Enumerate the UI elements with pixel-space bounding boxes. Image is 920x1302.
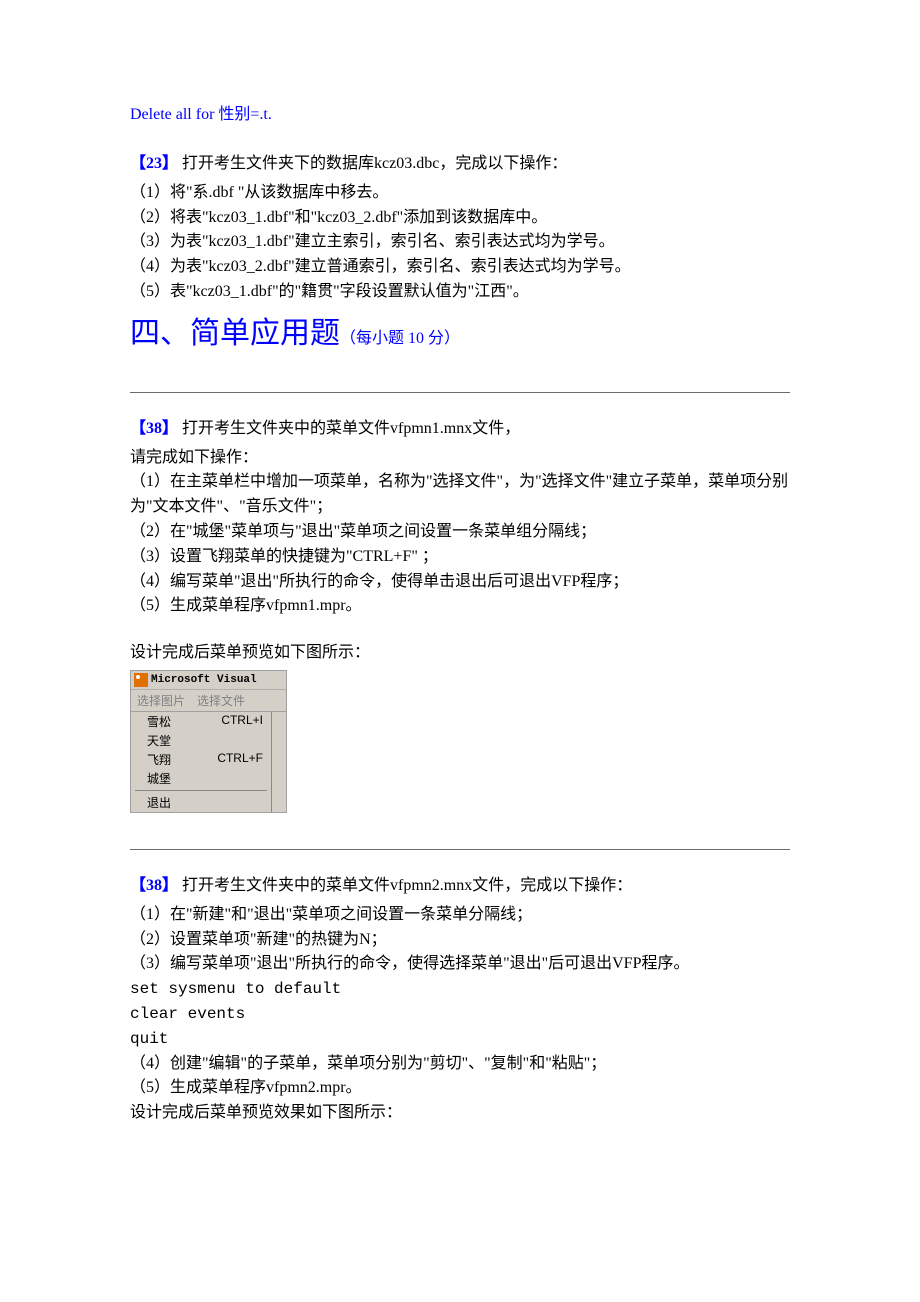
preview-dropdown-item: 飞翔 CTRL+F bbox=[131, 750, 271, 769]
section-4-title: 四、简单应用题（每小题 10 分） bbox=[130, 311, 790, 356]
dropdown-label: 天堂 bbox=[147, 732, 171, 749]
menu-preview-image: Microsoft Visual 选择图片 选择文件 雪松 CTRL+I 天堂 … bbox=[130, 670, 287, 813]
question-number: 【38】 bbox=[130, 877, 178, 894]
q38a-step: （2）在"城堡"菜单项与"退出"菜单项之间设置一条菜单组分隔线； bbox=[130, 520, 790, 545]
preview-caption: 设计完成后菜单预览如下图所示： bbox=[130, 641, 790, 666]
preview-menubar-item: 选择图片 bbox=[131, 690, 191, 711]
q38b-step: （1）在"新建"和"退出"菜单项之间设置一条菜单分隔线； bbox=[130, 903, 790, 928]
section-subtitle: （每小题 10 分） bbox=[340, 330, 460, 347]
q38a-step: （4）编写菜单"退出"所执行的命令，使得单击退出后可退出VFP程序； bbox=[130, 570, 790, 595]
q38b-step: （5）生成菜单程序vfpmn2.mpr。 bbox=[130, 1076, 790, 1101]
dropdown-label: 城堡 bbox=[147, 770, 171, 787]
dropdown-label: 退出 bbox=[147, 794, 171, 811]
q38a-step: （5）生成菜单程序vfpmn1.mpr。 bbox=[130, 594, 790, 619]
q23-step: （5）表"kcz03_1.dbf"的"籍贯"字段设置默认值为"江西"。 bbox=[130, 280, 790, 305]
q38b-code: set sysmenu to default bbox=[130, 977, 790, 1002]
fox-icon bbox=[134, 673, 148, 687]
question-intro: 打开考生文件夹下的数据库kcz03.dbc，完成以下操作： bbox=[178, 155, 567, 172]
preview-dropdown-item: 城堡 bbox=[131, 769, 271, 788]
preview-dropdown-separator bbox=[135, 790, 267, 791]
preview-menubar: 选择图片 选择文件 bbox=[131, 690, 286, 712]
q38a-step: （3）设置飞翔菜单的快捷键为"CTRL+F" ； bbox=[130, 545, 790, 570]
question-intro: 打开考生文件夹中的菜单文件vfpmn2.mnx文件，完成以下操作： bbox=[178, 877, 632, 894]
q23-step: （4）为表"kcz03_2.dbf"建立普通索引，索引名、索引表达式均为学号。 bbox=[130, 255, 790, 280]
preview-dropdown-item: 天堂 bbox=[131, 731, 271, 750]
q38b-code: quit bbox=[130, 1027, 790, 1052]
q38a-step: （1）在主菜单栏中增加一项菜单，名称为"选择文件"，为"选择文件"建立子菜单，菜… bbox=[130, 470, 790, 520]
preview-titlebar: Microsoft Visual bbox=[131, 671, 286, 690]
q23-step: （2）将表"kcz03_1.dbf"和"kcz03_2.dbf"添加到该数据库中… bbox=[130, 206, 790, 231]
preview-dropdown-item: 雪松 CTRL+I bbox=[131, 712, 271, 731]
document-page: Delete all for 性别=.t. 【23】 打开考生文件夹下的数据库k… bbox=[0, 0, 920, 1186]
dropdown-label: 飞翔 bbox=[147, 751, 171, 768]
q38b-end: 设计完成后菜单预览效果如下图所示： bbox=[130, 1101, 790, 1126]
dropdown-label: 雪松 bbox=[147, 713, 171, 730]
question-38b: 【38】 打开考生文件夹中的菜单文件vfpmn2.mnx文件，完成以下操作： bbox=[130, 874, 790, 899]
top-code-line: Delete all for 性别=.t. bbox=[130, 100, 790, 124]
q23-step: （1）将"系.dbf "从该数据库中移去。 bbox=[130, 181, 790, 206]
q38b-step: （4）创建"编辑"的子菜单，菜单项分别为"剪切"、"复制"和"粘贴"； bbox=[130, 1052, 790, 1077]
question-intro: 打开考生文件夹中的菜单文件vfpmn1.mnx文件， bbox=[178, 420, 520, 437]
q38b-step: （2）设置菜单项"新建"的热键为N； bbox=[130, 928, 790, 953]
preview-menubar-item: 选择文件 bbox=[191, 690, 251, 711]
divider bbox=[130, 849, 790, 850]
question-number: 【23】 bbox=[130, 155, 178, 172]
q38b-step: （3）编写菜单项"退出"所执行的命令，使得选择菜单"退出"后可退出VFP程序。 bbox=[130, 952, 790, 977]
question-23: 【23】 打开考生文件夹下的数据库kcz03.dbc，完成以下操作： bbox=[130, 152, 790, 177]
section-title-text: 四、简单应用题 bbox=[130, 317, 340, 350]
divider bbox=[130, 392, 790, 393]
dropdown-shortcut: CTRL+F bbox=[217, 751, 263, 768]
question-38a: 【38】 打开考生文件夹中的菜单文件vfpmn1.mnx文件， bbox=[130, 417, 790, 442]
question-number: 【38】 bbox=[130, 420, 178, 437]
preview-dropdown-item: 退出 bbox=[131, 793, 271, 812]
q23-step: （3）为表"kcz03_1.dbf"建立主索引，索引名、索引表达式均为学号。 bbox=[130, 230, 790, 255]
dropdown-shortcut: CTRL+I bbox=[221, 713, 263, 730]
preview-title-text: Microsoft Visual bbox=[151, 674, 257, 686]
q38a-pre: 请完成如下操作： bbox=[130, 446, 790, 471]
preview-dropdown: 雪松 CTRL+I 天堂 飞翔 CTRL+F 城堡 退出 bbox=[131, 712, 272, 812]
q38b-code: clear events bbox=[130, 1002, 790, 1027]
